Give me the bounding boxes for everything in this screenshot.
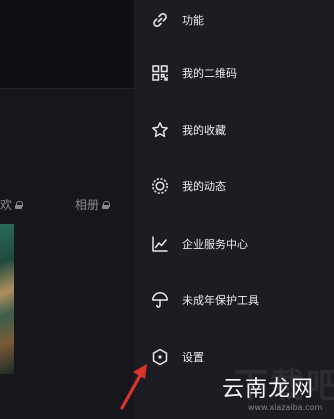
lock-icon: [15, 200, 24, 209]
line-chart-icon: [150, 234, 170, 254]
menu-item-activity-label: 我的动态: [182, 180, 226, 193]
profile-tabs: 欢 相册: [0, 190, 134, 218]
tab-likes-label: 欢: [0, 198, 13, 212]
watermark: 下载吧 云南龙网 www.xiazaiba.com: [218, 358, 334, 419]
star-icon: [150, 120, 170, 140]
link-icon: [150, 10, 170, 30]
menu-item-enterprise[interactable]: 企业服务中心: [134, 224, 334, 264]
menu-item-enterprise-label: 企业服务中心: [182, 238, 248, 251]
tab-likes[interactable]: 欢: [0, 196, 24, 213]
menu-item-minor-protection-label: 未成年保护工具: [182, 294, 259, 307]
menu-item-qr-code[interactable]: 我的二维码: [134, 53, 334, 93]
menu-item-features[interactable]: 功能: [134, 0, 334, 40]
activity-ring-icon: [150, 176, 170, 196]
menu-item-settings-label: 设置: [182, 351, 204, 364]
tab-album-label: 相册: [75, 198, 100, 212]
tab-album[interactable]: 相册: [75, 196, 111, 213]
menu-item-qr-code-label: 我的二维码: [182, 67, 237, 80]
profile-header-area: [0, 0, 134, 88]
menu-item-activity[interactable]: 我的动态: [134, 166, 334, 206]
side-drawer-menu: 功能 我的二维码 我的收藏 我的动态 企业服务中心 未成年保护工具 设置: [134, 0, 334, 419]
menu-item-minor-protection[interactable]: 未成年保护工具: [134, 280, 334, 320]
menu-item-features-label: 功能: [182, 14, 204, 27]
lock-icon: [102, 200, 111, 209]
annotation-arrow-icon: [120, 364, 147, 410]
video-thumbnail[interactable]: [0, 224, 14, 374]
watermark-url: www.xiazaiba.com: [248, 403, 323, 412]
watermark-main-text: 云南龙网: [222, 377, 315, 402]
header-divider: [0, 88, 134, 89]
umbrella-icon: [150, 290, 170, 310]
menu-item-favorites[interactable]: 我的收藏: [134, 110, 334, 150]
menu-item-favorites-label: 我的收藏: [182, 124, 226, 137]
qr-code-icon: [150, 63, 170, 83]
